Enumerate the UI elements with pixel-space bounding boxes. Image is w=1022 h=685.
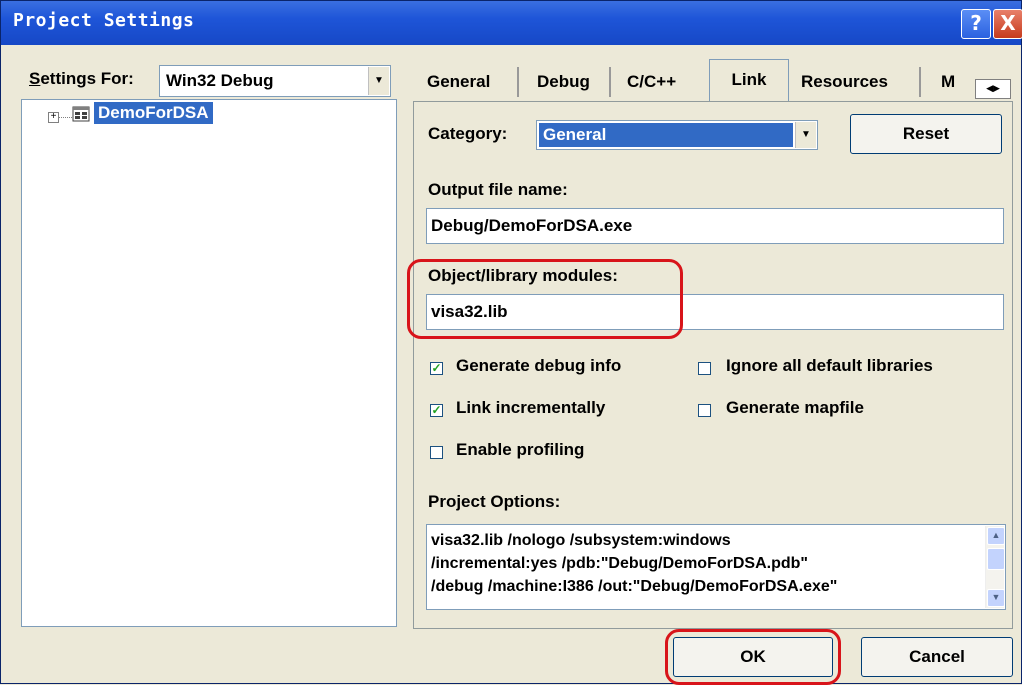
tree-connector (58, 117, 72, 118)
enable-profiling-label: Enable profiling (456, 440, 585, 459)
link-incrementally-checkbox[interactable]: ✓ (430, 404, 443, 417)
chevron-down-icon[interactable]: ▼ (368, 67, 389, 95)
reset-button[interactable]: Reset (850, 114, 1002, 154)
settings-for-value: Win32 Debug (166, 71, 274, 90)
title-bar[interactable]: Project Settings ? X (1, 1, 1022, 45)
cancel-button[interactable]: Cancel (861, 637, 1013, 677)
project-settings-dialog: Project Settings ? X Settings For: Win32… (0, 0, 1022, 685)
tab-separator (517, 67, 519, 97)
generate-debug-info-label: Generate debug info (456, 356, 622, 375)
tab-debug[interactable]: Debug (537, 65, 590, 99)
link-tab-panel: Category: General ▼ Reset Output file na… (413, 101, 1013, 629)
object-modules-field[interactable]: visa32.lib (426, 294, 1004, 330)
chevron-down-icon[interactable]: ▼ (795, 122, 816, 148)
tab-more[interactable]: M (941, 65, 955, 99)
project-tree[interactable]: + DemoForDSA (21, 99, 397, 627)
tab-separator (609, 67, 611, 97)
tab-link[interactable]: Link (709, 59, 789, 102)
project-options-line: visa32.lib /nologo /subsystem:windows (431, 532, 731, 549)
tab-scroll-arrows-icon[interactable]: ◀▶ (975, 79, 1011, 99)
project-options-line: /debug /machine:I386 /out:"Debug/DemoFor… (431, 578, 838, 595)
tab-strip: General Debug C/C++ Link Resources M ◀▶ (413, 59, 1013, 103)
category-value: General (539, 123, 793, 147)
category-label: Category: (428, 124, 508, 143)
object-modules-label: Object/library modules: (428, 266, 618, 285)
generate-mapfile-label: Generate mapfile (726, 398, 864, 417)
options-scrollbar[interactable]: ▲ ▼ (985, 526, 1005, 608)
scroll-down-icon[interactable]: ▼ (987, 589, 1005, 607)
settings-for-combo[interactable]: Win32 Debug ▼ (159, 65, 391, 97)
help-icon[interactable]: ? (961, 9, 991, 39)
project-icon (72, 106, 90, 122)
tab-c-cpp[interactable]: C/C++ (627, 65, 676, 99)
ok-button[interactable]: OK (673, 637, 833, 677)
tree-item-demofordsa[interactable]: DemoForDSA (94, 102, 213, 124)
project-options-text: visa32.lib /nologo /subsystem:windows/in… (431, 529, 979, 598)
window-title: Project Settings (13, 10, 195, 31)
tab-general[interactable]: General (427, 65, 490, 99)
tab-resources[interactable]: Resources (801, 65, 888, 99)
close-icon[interactable]: X (993, 9, 1022, 39)
ignore-default-libraries-label: Ignore all default libraries (726, 356, 933, 375)
category-combo[interactable]: General ▼ (536, 120, 818, 150)
link-incrementally-label: Link incrementally (456, 398, 606, 417)
enable-profiling-checkbox[interactable] (430, 446, 443, 459)
output-file-label: Output file name: (428, 180, 568, 199)
scroll-up-icon[interactable]: ▲ (987, 527, 1005, 545)
project-options-label: Project Options: (428, 492, 561, 511)
generate-debug-info-checkbox[interactable]: ✓ (430, 362, 443, 375)
output-file-field[interactable]: Debug/DemoForDSA.exe (426, 208, 1004, 244)
tab-separator (919, 67, 921, 97)
project-options-line: /incremental:yes /pdb:"Debug/DemoForDSA.… (431, 555, 808, 572)
generate-mapfile-checkbox[interactable] (698, 404, 711, 417)
scroll-thumb[interactable] (987, 548, 1005, 570)
settings-for-panel: Settings For: Win32 Debug ▼ + DemoForDSA (21, 59, 397, 627)
project-options-box[interactable]: visa32.lib /nologo /subsystem:windows/in… (426, 524, 1006, 610)
ignore-default-libraries-checkbox[interactable] (698, 362, 711, 375)
settings-for-label: Settings For: (29, 69, 134, 88)
